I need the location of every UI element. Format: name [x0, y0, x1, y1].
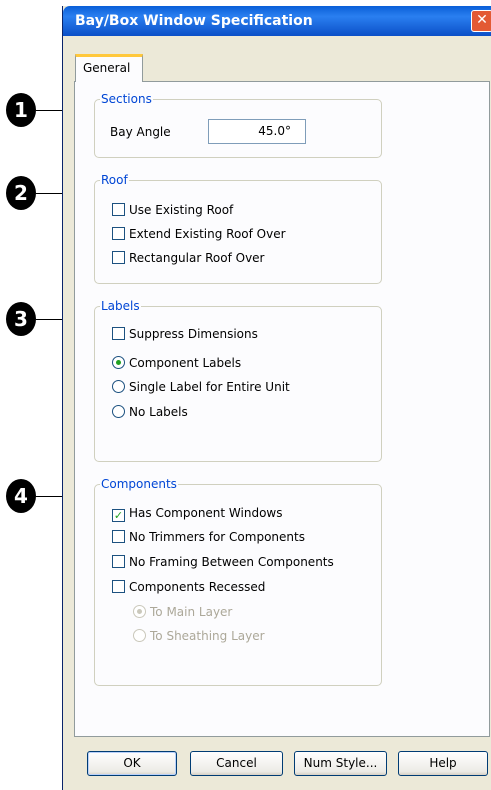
- bay-angle-label: Bay Angle: [110, 125, 171, 139]
- checkbox-box[interactable]: [112, 251, 125, 264]
- has-component-windows-checkbox[interactable]: ✓ Has Component Windows: [112, 505, 283, 522]
- callout-number: 2: [6, 176, 36, 210]
- num-style-button[interactable]: Num Style...: [294, 751, 387, 776]
- checkbox-label: Has Component Windows: [129, 506, 283, 520]
- window-title: Bay/Box Window Specification: [75, 13, 313, 29]
- checkbox-label: No Framing Between Components: [129, 555, 334, 569]
- extend-existing-roof-checkbox[interactable]: Extend Existing Roof Over: [112, 226, 286, 242]
- components-recessed-checkbox[interactable]: Components Recessed: [112, 579, 265, 595]
- checkbox-box[interactable]: [112, 227, 125, 240]
- callout-number: 3: [6, 302, 36, 336]
- no-labels-radio[interactable]: No Labels: [112, 404, 188, 420]
- to-main-layer-radio[interactable]: To Main Layer: [133, 604, 232, 620]
- checkbox-box[interactable]: ✓: [112, 509, 125, 522]
- suppress-dimensions-checkbox[interactable]: Suppress Dimensions: [112, 326, 258, 342]
- radio-button[interactable]: [112, 405, 125, 418]
- roof-legend: Roof: [101, 173, 128, 187]
- radio-button[interactable]: [133, 629, 146, 642]
- checkbox-label: Suppress Dimensions: [129, 327, 258, 341]
- labels-legend: Labels: [101, 299, 140, 313]
- radio-label: To Sheathing Layer: [150, 629, 265, 643]
- rectangular-roof-checkbox[interactable]: Rectangular Roof Over: [112, 250, 265, 266]
- callout-4: 4: [6, 479, 36, 513]
- tab-general[interactable]: General: [75, 54, 143, 82]
- checkbox-box[interactable]: [112, 530, 125, 543]
- radio-label: No Labels: [129, 405, 188, 419]
- use-existing-roof-checkbox[interactable]: Use Existing Roof: [112, 202, 233, 218]
- radio-button[interactable]: [112, 356, 125, 369]
- ok-button[interactable]: OK: [87, 751, 177, 776]
- callout-3: 3: [6, 302, 36, 336]
- cancel-button[interactable]: Cancel: [190, 751, 283, 776]
- title-bar[interactable]: Bay/Box Window Specification ✕: [63, 6, 491, 36]
- radio-button[interactable]: [112, 380, 125, 393]
- bay-angle-input[interactable]: 45.0°: [208, 119, 306, 144]
- checkbox-box[interactable]: [112, 203, 125, 216]
- callout-number: 1: [6, 93, 36, 127]
- to-sheathing-layer-radio[interactable]: To Sheathing Layer: [133, 628, 265, 644]
- no-framing-checkbox[interactable]: No Framing Between Components: [112, 554, 334, 570]
- checkbox-box[interactable]: [112, 327, 125, 340]
- radio-label: To Main Layer: [150, 605, 233, 619]
- help-button[interactable]: Help: [398, 751, 488, 776]
- checkbox-label: Rectangular Roof Over: [129, 251, 265, 265]
- radio-label: Single Label for Entire Unit: [129, 380, 290, 394]
- checkbox-label: Extend Existing Roof Over: [129, 227, 286, 241]
- component-labels-radio[interactable]: Component Labels: [112, 355, 241, 371]
- close-icon: ✕: [476, 12, 488, 28]
- callout-number: 4: [6, 479, 36, 513]
- radio-button[interactable]: [133, 605, 146, 618]
- sections-legend: Sections: [101, 92, 152, 106]
- callout-1: 1: [6, 93, 36, 127]
- no-trimmers-checkbox[interactable]: No Trimmers for Components: [112, 529, 305, 545]
- components-legend: Components: [101, 477, 177, 491]
- radio-label: Component Labels: [129, 356, 242, 370]
- callout-2: 2: [6, 176, 36, 210]
- checkbox-label: Components Recessed: [129, 580, 266, 594]
- checkbox-label: Use Existing Roof: [129, 203, 234, 217]
- single-label-radio[interactable]: Single Label for Entire Unit: [112, 379, 290, 395]
- checkbox-box[interactable]: [112, 555, 125, 568]
- close-button[interactable]: ✕: [471, 10, 491, 32]
- tab-label: General: [83, 61, 131, 75]
- checkbox-box[interactable]: [112, 580, 125, 593]
- checkbox-label: No Trimmers for Components: [129, 530, 305, 544]
